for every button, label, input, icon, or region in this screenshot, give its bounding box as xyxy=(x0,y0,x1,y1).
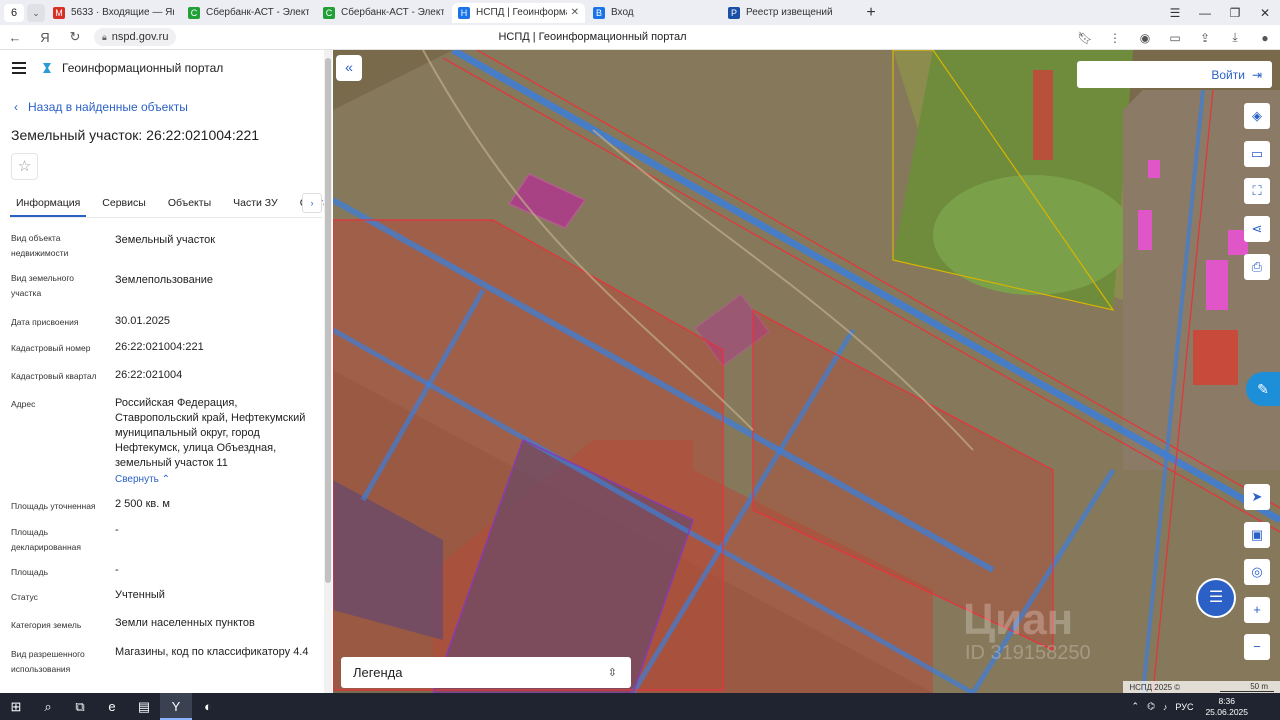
collapse-panel-button[interactable]: « xyxy=(336,55,362,81)
page-title: НСПД | Геоинформационный портал xyxy=(498,31,687,43)
browser-toolbar: 🔖︎ ⋮ ◉ ▭ ⇪ ⤓ ● xyxy=(1070,25,1280,50)
tab-parts[interactable]: Части ЗУ xyxy=(227,190,284,217)
restore-icon[interactable]: ❐ xyxy=(1220,6,1250,20)
layers-icon[interactable]: ◈ xyxy=(1244,103,1270,129)
emblem-icon: Р xyxy=(728,6,740,19)
browser-tab[interactable]: В Вход xyxy=(587,3,720,23)
mail-icon: М xyxy=(53,6,65,19)
address-bar: ← Я ↻ 🔒︎ nspd.gov.ru НСПД | Геоинформаци… xyxy=(0,25,1280,50)
select-area-icon[interactable]: ⛶ xyxy=(1244,178,1270,204)
tab-list-chevron-icon[interactable]: ⌄ xyxy=(27,3,45,22)
tray-chevron-icon[interactable]: ⌃ xyxy=(1132,701,1140,712)
geo-search-icon[interactable]: ◎ xyxy=(1244,559,1270,585)
tab-services[interactable]: Сервисы xyxy=(96,190,152,217)
login-arrow-icon: ⇥ xyxy=(1251,67,1262,82)
clock[interactable]: 8:36 25.06.2025 xyxy=(1201,696,1252,718)
tabs-scroll-right-icon[interactable]: › xyxy=(302,193,322,213)
sber-icon: С xyxy=(188,6,200,19)
language-indicator[interactable]: РУС xyxy=(1175,702,1193,712)
ruler-icon[interactable]: ▭ xyxy=(1244,141,1270,167)
collapse-address-link[interactable]: Свернуть ⌃ xyxy=(115,472,315,487)
back-to-results-link[interactable]: ‹ Назад в найденные объекты xyxy=(14,100,188,114)
task-view-icon[interactable]: ⧉ xyxy=(64,693,96,720)
window-controls: ☰ — ❐ ✕ xyxy=(1160,0,1280,25)
chat-icon[interactable]: ☰ xyxy=(1196,578,1236,618)
close-tab-icon[interactable]: ✕ xyxy=(571,7,579,18)
bookmark-icon[interactable]: 🔖︎ xyxy=(1070,31,1100,45)
watermark: Циан xyxy=(963,595,1074,644)
share-icon[interactable]: ⋖ xyxy=(1244,216,1270,242)
legend-dropdown[interactable]: Легенда ⇳ xyxy=(341,657,631,688)
file-explorer-icon[interactable]: ▤ xyxy=(128,693,160,720)
windows-start-icon[interactable]: ⊞ xyxy=(0,693,32,720)
more-icon[interactable]: ⋮ xyxy=(1100,31,1130,45)
url-field[interactable]: 🔒︎ nspd.gov.ru xyxy=(94,28,177,46)
satellite-map xyxy=(333,50,1280,693)
gosuslugi-icon: В xyxy=(593,6,605,19)
back-arrow-icon[interactable]: ← xyxy=(0,30,30,45)
watermark-id: ID 319158250 xyxy=(965,642,1091,664)
sber-icon: С xyxy=(323,6,335,19)
cast-icon[interactable]: ▭ xyxy=(1160,31,1190,45)
hamburger-menu-icon[interactable] xyxy=(12,62,26,74)
tab-counter[interactable]: 6 xyxy=(4,3,24,22)
new-tab-button[interactable]: + xyxy=(861,4,881,22)
locate-arrow-icon[interactable]: ➤ xyxy=(1244,484,1270,510)
taskbar: ⊞ ⌕ ⧉ e ▤ Y ◐ ⌃ ⌬ ♪ РУС 8:36 25.06.2025 xyxy=(0,693,1280,720)
chevron-up-icon: ⌃ xyxy=(161,474,171,485)
yandex-browser-icon[interactable]: Y xyxy=(160,693,192,720)
scale-bar: 50 m xyxy=(1220,682,1274,692)
profile-icon[interactable]: ● xyxy=(1250,31,1280,45)
app-icon[interactable]: ◐ xyxy=(192,693,224,720)
panel-scrollbar[interactable] xyxy=(324,50,332,693)
browser-tab[interactable]: Р Реестр извещений xyxy=(722,3,855,23)
object-info-panel: Геоинформационный портал ‹ Назад в найде… xyxy=(0,50,333,693)
nspd-icon: Н xyxy=(458,6,470,19)
minimap-icon[interactable]: ▣ xyxy=(1244,522,1270,548)
chevron-left-icon: ‹ xyxy=(14,100,18,114)
object-title: Земельный участок: 26:22:021004:221 xyxy=(11,127,260,143)
tab-information[interactable]: Информация xyxy=(10,190,87,217)
browser-tab-strip: 6 ⌄ М 5633 · Входящие — Яндекс С Сбербан… xyxy=(0,0,1280,25)
map-attribution: НСПД 2025 © 50 m xyxy=(1123,681,1280,693)
zoom-out-button[interactable]: − xyxy=(1244,634,1270,660)
download-icon[interactable]: ⤓ xyxy=(1220,30,1250,45)
extension-icon[interactable]: ◉ xyxy=(1130,31,1160,45)
search-icon[interactable]: ⌕ xyxy=(32,693,64,720)
info-tabs: Информация Сервисы Объекты Части ЗУ Сост… xyxy=(10,190,329,218)
panel-header: Геоинформационный портал xyxy=(12,61,223,75)
assistant-badge-icon[interactable]: ✎ xyxy=(1246,372,1280,406)
browser-tab[interactable]: С Сбербанк-АСТ - Электрон xyxy=(182,3,315,23)
browser-tab[interactable]: М 5633 · Входящие — Яндекс xyxy=(47,3,180,23)
map-view[interactable]: Циан ID 319158250 « Войти ⇥ ◈ ▭ ⛶ ⋖ ⎙ ✎ … xyxy=(333,50,1280,693)
reload-icon[interactable]: ↻ xyxy=(60,29,90,45)
portal-logo-icon xyxy=(43,63,51,73)
browser-tab-active[interactable]: Н НСПД | Геоинформацио ✕ xyxy=(452,2,585,23)
zoom-in-button[interactable]: + xyxy=(1244,597,1270,623)
minimize-icon[interactable]: — xyxy=(1190,6,1220,20)
print-icon[interactable]: ⎙ xyxy=(1244,254,1270,280)
yandex-icon[interactable]: Я xyxy=(30,30,60,45)
tab-objects[interactable]: Объекты xyxy=(162,190,217,217)
volume-icon[interactable]: ♪ xyxy=(1163,702,1168,712)
lock-icon: 🔒︎ xyxy=(102,31,107,42)
network-icon[interactable]: ⌬ xyxy=(1147,701,1155,712)
share-icon[interactable]: ⇪ xyxy=(1190,31,1220,45)
portal-name: Геоинформационный портал xyxy=(62,61,224,75)
browser-tab[interactable]: С Сбербанк-АСТ - Электрон xyxy=(317,3,450,23)
expand-sort-icon: ⇳ xyxy=(607,667,617,679)
system-tray: ⌃ ⌬ ♪ РУС 8:36 25.06.2025 xyxy=(1128,693,1280,720)
menu-icon[interactable]: ☰ xyxy=(1160,6,1190,20)
favorite-star-icon[interactable]: ☆ xyxy=(11,153,38,180)
login-button[interactable]: Войти ⇥ xyxy=(1077,61,1272,88)
edge-icon[interactable]: e xyxy=(96,693,128,720)
close-window-icon[interactable]: ✕ xyxy=(1250,6,1280,20)
